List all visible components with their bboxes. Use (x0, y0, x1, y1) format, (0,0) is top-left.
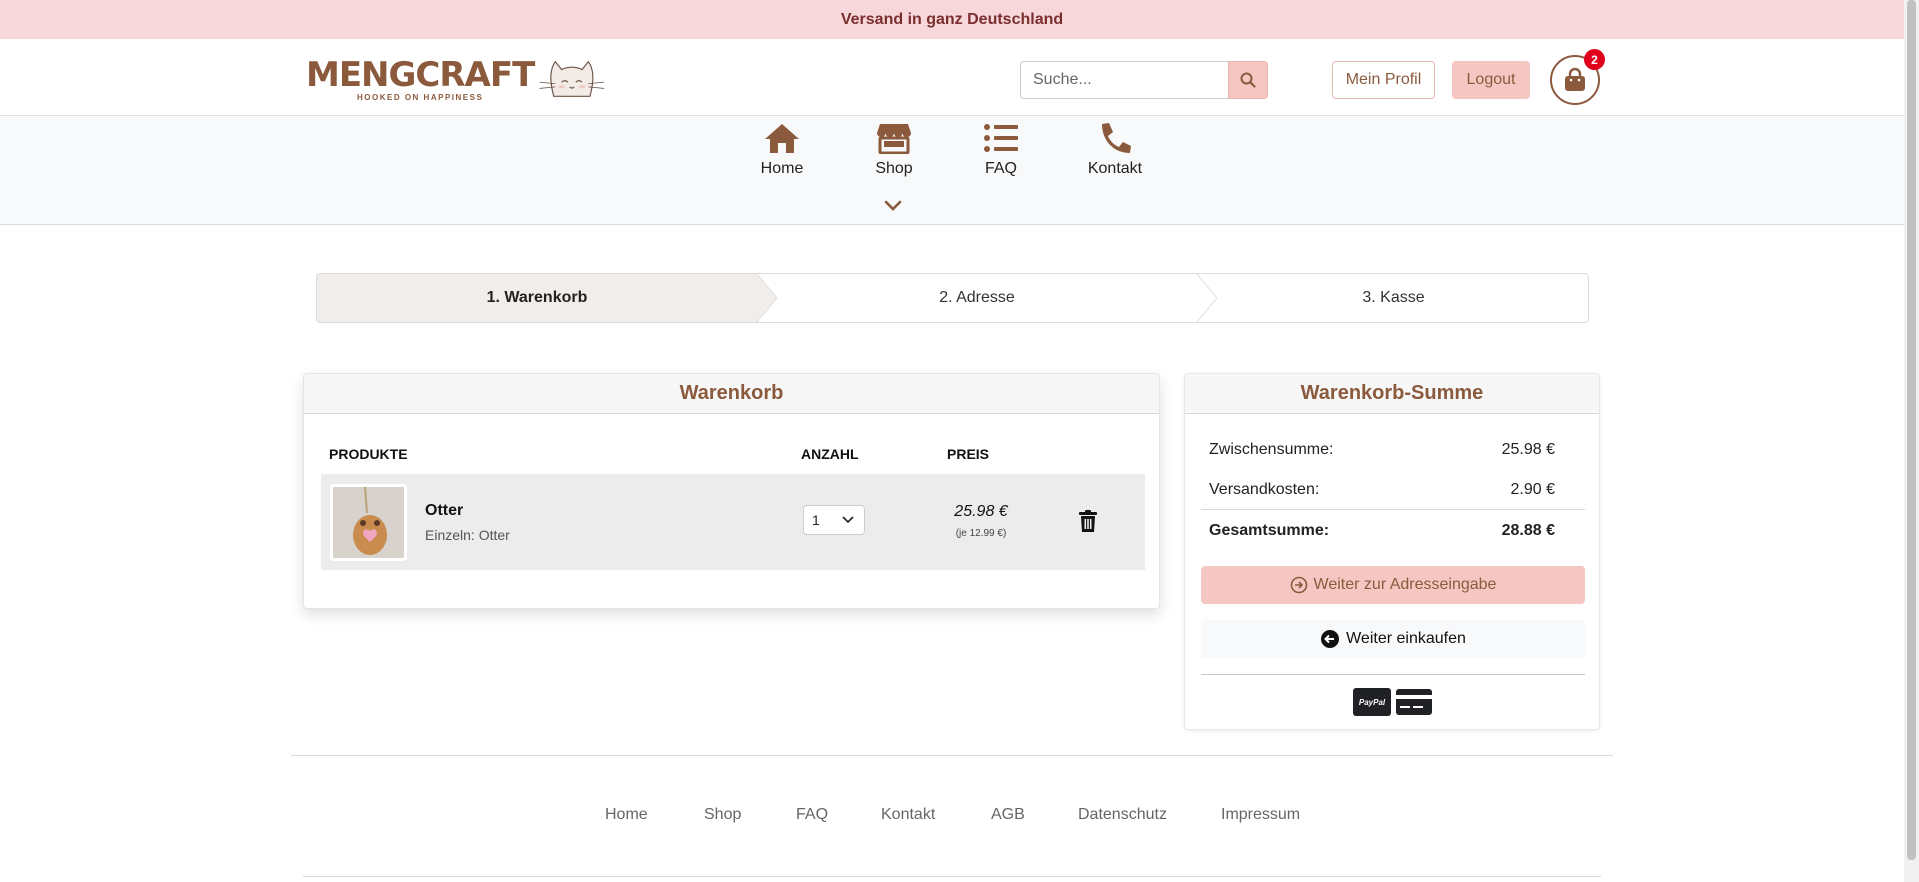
step-cart: 1. Warenkorb (317, 274, 757, 322)
quantity-select[interactable]: 1 (803, 505, 865, 535)
column-header-products: PRODUKTE (329, 446, 408, 462)
logo-text: MENGCRAFT HOOKED ON HAPPINESS (306, 54, 535, 102)
proceed-to-address-label: Weiter zur Adresseingabe (1313, 576, 1497, 593)
proceed-to-address-button[interactable]: Weiter zur Adresseingabe (1201, 566, 1585, 604)
logout-button[interactable]: Logout (1452, 61, 1530, 99)
search-icon (1240, 72, 1256, 88)
main-nav: Home Shop FAQ Kontakt (0, 116, 1904, 225)
footer-link-agb[interactable]: AGB (991, 806, 1025, 824)
product-variant: Einzeln: Otter (425, 527, 510, 543)
footer-divider (291, 755, 1613, 756)
nav-label-faq: FAQ (984, 160, 1017, 177)
logo-word: MENGCRAFT (306, 54, 535, 95)
total-value: 28.88 € (1501, 522, 1555, 539)
cat-logo-icon (539, 60, 605, 97)
continue-shopping-button[interactable]: Weiter einkaufen (1201, 620, 1585, 658)
shipping-value: 2.90 € (1510, 480, 1555, 498)
search-input[interactable] (1020, 61, 1228, 99)
shopping-bag-icon (1565, 67, 1585, 91)
cart-card: Warenkorb PRODUKTE ANZAHL PREIS Otter Ei… (303, 373, 1160, 609)
step-checkout: 3. Kasse (1362, 289, 1425, 306)
footer-link-kontakt[interactable]: Kontakt (881, 806, 935, 824)
summary-title: Warenkorb-Summe (1185, 374, 1599, 414)
nav-item-kontakt[interactable]: Kontakt (1082, 122, 1148, 178)
checkout-steps: 1. Warenkorb 2. Adresse 3. Kasse (316, 273, 1589, 323)
quantity-value: 1 (812, 512, 820, 528)
logo-tagline: HOOKED ON HAPPINESS (357, 92, 484, 102)
product-name[interactable]: Otter (425, 502, 463, 520)
footer-link-shop[interactable]: Shop (704, 806, 741, 824)
nav-item-home[interactable]: Home (756, 122, 808, 178)
column-header-price: PREIS (947, 446, 990, 462)
nav-label-kontakt: Kontakt (1087, 160, 1143, 177)
my-profile-button[interactable]: Mein Profil (1332, 61, 1435, 99)
home-icon (765, 124, 799, 153)
nav-label-home: Home (760, 160, 804, 177)
total-label: Gesamtsumme: (1209, 522, 1330, 539)
footer-bottom-divider (303, 876, 1601, 877)
scrollbar-thumb[interactable] (1907, 0, 1916, 860)
step-separator (1196, 274, 1218, 322)
cart-count-badge: 2 (1584, 49, 1605, 70)
page-scrollbar[interactable] (1904, 0, 1919, 882)
chevron-down-icon (842, 516, 854, 524)
paypal-icon: PayPal (1353, 688, 1391, 716)
search-bar (1020, 61, 1268, 99)
arrow-circle-left-icon (1321, 630, 1340, 648)
subtotal-value: 25.98 € (1501, 441, 1555, 458)
shipping-row: Versandkosten: 2.90 € (1201, 470, 1585, 510)
site-logo[interactable]: MENGCRAFT HOOKED ON HAPPINESS (306, 49, 606, 109)
column-header-quantity: ANZAHL (801, 446, 859, 462)
list-icon (984, 124, 1018, 152)
nav-label-shop: Shop (875, 160, 913, 177)
step-separator (753, 274, 778, 322)
product-thumbnail[interactable] (330, 484, 407, 561)
shipping-label: Versandkosten: (1209, 480, 1320, 498)
cart-title: Warenkorb (304, 374, 1159, 414)
credit-card-icon (1396, 689, 1432, 715)
nav-item-faq[interactable]: FAQ (975, 122, 1027, 178)
subtotal-row: Zwischensumme: 25.98 € (1201, 430, 1585, 470)
site-header: MENGCRAFT HOOKED ON HAPPINESS Suche... M… (0, 39, 1904, 116)
chevron-down-icon[interactable] (884, 200, 902, 212)
footer-link-faq[interactable]: FAQ (796, 806, 828, 824)
summary-divider (1201, 674, 1585, 675)
phone-icon (1102, 123, 1131, 153)
footer-link-datenschutz[interactable]: Datenschutz (1078, 806, 1167, 824)
search-button[interactable] (1228, 61, 1268, 99)
subtotal-label: Zwischensumme: (1209, 441, 1334, 458)
continue-shopping-label: Weiter einkaufen (1346, 630, 1466, 647)
cart-item-row: Otter Einzeln: Otter 1 25.98 € (je 12.99… (321, 474, 1145, 570)
footer-link-home[interactable]: Home (605, 806, 648, 824)
product-image (333, 487, 404, 558)
footer-link-impressum[interactable]: Impressum (1221, 806, 1300, 824)
cart-summary-card: Warenkorb-Summe Zwischensumme: 25.98 € V… (1184, 373, 1600, 730)
trash-icon[interactable] (1079, 510, 1097, 532)
shipping-banner: Versand in ganz Deutschland (0, 0, 1904, 39)
store-icon (877, 124, 911, 154)
shipping-banner-text: Versand in ganz Deutschland (840, 10, 1064, 28)
nav-item-shop[interactable]: Shop (868, 122, 920, 178)
step-address: 2. Adresse (939, 289, 1015, 306)
arrow-circle-right-icon (1290, 576, 1307, 594)
item-unit-price: (je 12.99 €) (955, 528, 1007, 539)
total-row: Gesamtsumme: 28.88 € (1201, 511, 1585, 551)
payment-methods: PayPal (1353, 688, 1433, 716)
item-price: 25.98 € (954, 503, 1008, 520)
